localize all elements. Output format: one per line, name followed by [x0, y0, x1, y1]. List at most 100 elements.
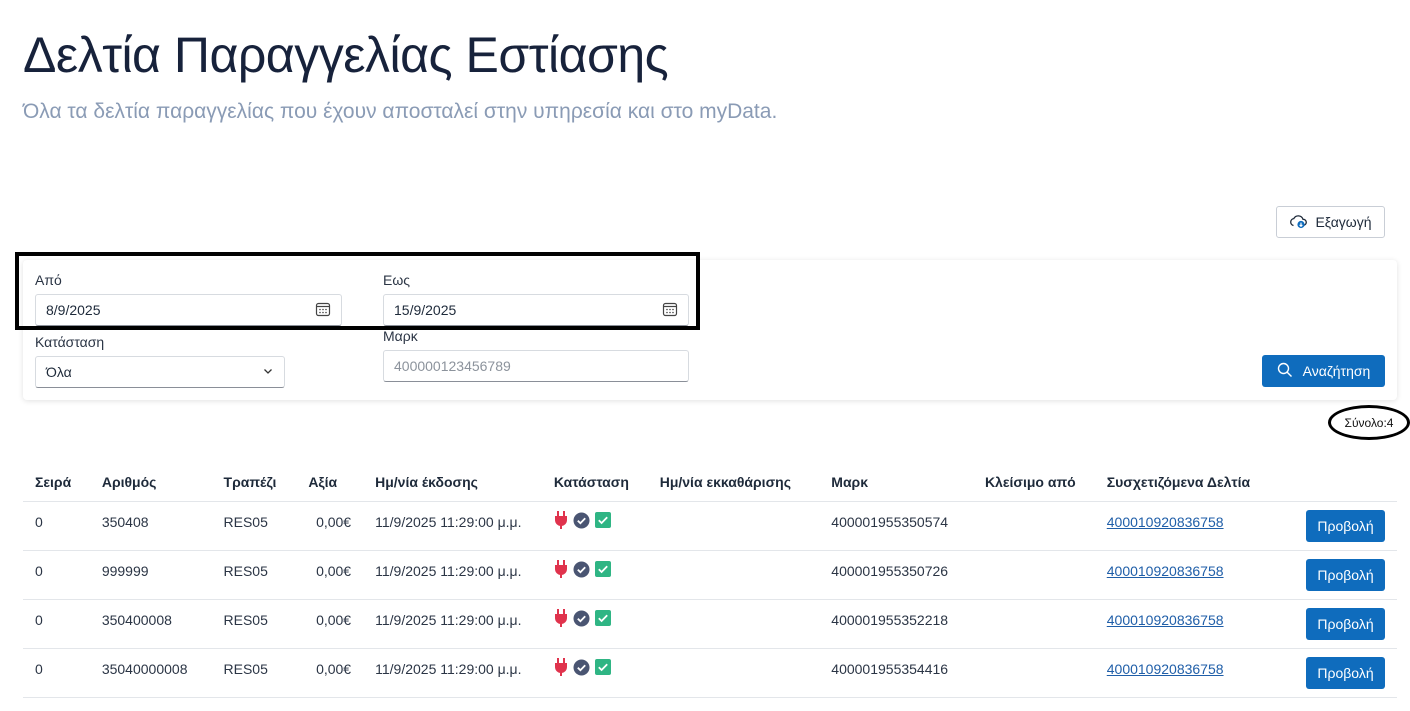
cell-mark: 400001955350574: [819, 501, 973, 551]
cell-status: [541, 501, 648, 551]
related-document-link[interactable]: 400010920836758: [1107, 514, 1224, 530]
cell-status: [541, 648, 648, 698]
view-button[interactable]: Προβολή: [1306, 509, 1385, 542]
cell-related: 400010920836758: [1094, 550, 1294, 600]
cell-number: 350400008: [89, 599, 212, 649]
cell-value: 0,00€: [296, 501, 364, 551]
plug-icon: [554, 511, 568, 532]
view-button[interactable]: Προβολή: [1306, 656, 1385, 689]
cell-mark: 400001955352218: [819, 599, 973, 649]
cell-clear-date: [647, 501, 820, 551]
calendar-icon[interactable]: [315, 301, 331, 320]
column-header[interactable]: Κατάσταση: [541, 463, 648, 502]
status-select-value: Όλα: [46, 364, 72, 380]
mark-label: Μαρκ: [383, 328, 418, 344]
cell-related: 400010920836758: [1094, 648, 1294, 698]
cell-table: RES05: [211, 501, 297, 551]
related-document-link[interactable]: 400010920836758: [1107, 612, 1224, 628]
search-icon: [1277, 362, 1293, 381]
total-count-badge: Σύνολο:4: [1328, 405, 1410, 440]
cloud-download-icon: [1289, 213, 1308, 232]
table-header-row: Σειρά Αριθμός Τραπέζι Αξία Ημ/νία έκδοση…: [23, 463, 1397, 502]
cell-related: 400010920836758: [1094, 501, 1294, 551]
cell-number: 35040000008: [89, 648, 212, 698]
cell-closed-by: [972, 648, 1095, 698]
total-count-label: Σύνολο:4: [1344, 415, 1394, 430]
plug-icon: [554, 609, 568, 630]
mark-input[interactable]: 400000123456789: [383, 350, 689, 382]
mark-input-placeholder: 400000123456789: [394, 358, 511, 374]
cell-issue-date: 11/9/2025 11:29:00 μ.μ.: [363, 599, 542, 649]
from-date-label: Από: [35, 272, 62, 288]
cell-mark: 400001955350726: [819, 550, 973, 600]
cell-number: 350408: [89, 501, 212, 551]
plug-icon: [554, 658, 568, 679]
column-header[interactable]: Σειρά: [23, 463, 90, 502]
check-square-icon: [594, 561, 611, 580]
cell-series: 0: [23, 501, 90, 551]
status-select[interactable]: Όλα: [35, 356, 285, 388]
table-row: 0 350400008 RES05 0,00€ 11/9/2025 11:29:…: [23, 599, 1397, 649]
page-title: Δελτία Παραγγελίας Εστίασης: [23, 27, 669, 83]
check-circle-icon: [573, 561, 590, 581]
cell-status: [541, 550, 648, 600]
orders-table: Σειρά Αριθμός Τραπέζι Αξία Ημ/νία έκδοση…: [23, 463, 1397, 698]
column-header[interactable]: Τραπέζι: [211, 463, 297, 502]
view-button[interactable]: Προβολή: [1306, 607, 1385, 640]
cell-value: 0,00€: [296, 599, 364, 649]
check-square-icon: [594, 610, 611, 629]
cell-series: 0: [23, 599, 90, 649]
check-square-icon: [594, 659, 611, 678]
cell-closed-by: [972, 550, 1095, 600]
to-date-value: 15/9/2025: [394, 302, 457, 318]
cell-actions: Προβολή: [1293, 599, 1397, 649]
cell-closed-by: [972, 599, 1095, 649]
table-row: 0 35040000008 RES05 0,00€ 11/9/2025 11:2…: [23, 648, 1397, 698]
chevron-down-icon: [262, 364, 274, 380]
cell-mark: 400001955354416: [819, 648, 973, 698]
actions-column-header: [1293, 463, 1397, 502]
view-button[interactable]: Προβολή: [1306, 558, 1385, 591]
column-header[interactable]: Ημ/νία εκκαθάρισης: [647, 463, 820, 502]
cell-closed-by: [972, 501, 1095, 551]
cell-clear-date: [647, 550, 820, 600]
export-button-label: Εξαγωγή: [1315, 214, 1372, 230]
column-header[interactable]: Κλείσιμο από: [972, 463, 1095, 502]
cell-status: [541, 599, 648, 649]
to-date-input[interactable]: 15/9/2025: [383, 294, 689, 326]
status-label: Κατάσταση: [35, 334, 105, 350]
cell-related: 400010920836758: [1094, 599, 1294, 649]
check-square-icon: [594, 512, 611, 531]
cell-table: RES05: [211, 599, 297, 649]
page-subtitle: Όλα τα δελτία παραγγελίας που έχουν αποσ…: [23, 100, 778, 123]
column-header[interactable]: Συσχετιζόμενα Δελτία: [1094, 463, 1294, 502]
cell-actions: Προβολή: [1293, 550, 1397, 600]
from-date-value: 8/9/2025: [46, 302, 101, 318]
cell-clear-date: [647, 599, 820, 649]
cell-issue-date: 11/9/2025 11:29:00 μ.μ.: [363, 501, 542, 551]
column-header[interactable]: Αξία: [296, 463, 364, 502]
cell-actions: Προβολή: [1293, 648, 1397, 698]
cell-series: 0: [23, 648, 90, 698]
cell-value: 0,00€: [296, 648, 364, 698]
check-circle-icon: [573, 610, 590, 630]
search-button-label: Αναζήτηση: [1302, 363, 1371, 379]
table-row: 0 350408 RES05 0,00€ 11/9/2025 11:29:00 …: [23, 501, 1397, 551]
check-circle-icon: [573, 512, 590, 532]
column-header[interactable]: Μαρκ: [819, 463, 973, 502]
table-row: 0 999999 RES05 0,00€ 11/9/2025 11:29:00 …: [23, 550, 1397, 600]
cell-series: 0: [23, 550, 90, 600]
cell-table: RES05: [211, 648, 297, 698]
export-button[interactable]: Εξαγωγή: [1276, 206, 1385, 238]
related-document-link[interactable]: 400010920836758: [1107, 563, 1224, 579]
cell-clear-date: [647, 648, 820, 698]
related-document-link[interactable]: 400010920836758: [1107, 661, 1224, 677]
cell-number: 999999: [89, 550, 212, 600]
calendar-icon[interactable]: [662, 301, 678, 320]
from-date-input[interactable]: 8/9/2025: [35, 294, 342, 326]
cell-issue-date: 11/9/2025 11:29:00 μ.μ.: [363, 550, 542, 600]
column-header[interactable]: Ημ/νία έκδοσης: [363, 463, 542, 502]
search-button[interactable]: Αναζήτηση: [1262, 355, 1385, 387]
cell-table: RES05: [211, 550, 297, 600]
column-header[interactable]: Αριθμός: [89, 463, 212, 502]
